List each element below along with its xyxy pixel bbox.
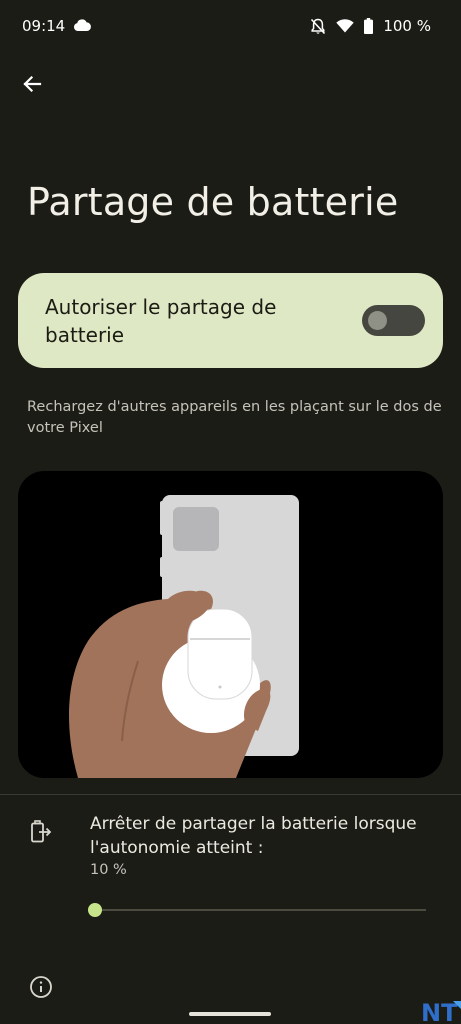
cloud-icon [73, 19, 91, 31]
battery-share-toggle-label: Autoriser le partage de batterie [45, 295, 277, 347]
svg-text:NT: NT [421, 999, 458, 1024]
battery-share-switch[interactable] [362, 305, 425, 336]
status-bar: 09:14 100 % [0, 0, 461, 52]
battery-share-illustration [18, 471, 443, 778]
feature-description: Rechargez d'autres appareils en les plaç… [27, 399, 442, 436]
home-indicator[interactable] [189, 1012, 271, 1016]
section-divider [0, 794, 461, 795]
battery-icon [364, 18, 374, 34]
page-title: Partage de batterie [27, 180, 399, 224]
slider-track [94, 909, 426, 911]
info-icon[interactable] [29, 975, 53, 999]
stop-sharing-value: 10 % [90, 862, 127, 878]
watermark-logo: NT [421, 999, 461, 1024]
battery-percentage: 100 % [383, 17, 431, 35]
status-icons: 100 % [310, 17, 431, 35]
slider-thumb[interactable] [88, 903, 102, 917]
status-time: 09:14 [22, 17, 66, 35]
illustration-graphic [68, 495, 299, 778]
battery-share-icon [31, 820, 52, 843]
notifications-off-icon [311, 18, 326, 34]
battery-share-toggle-card[interactable]: Autoriser le partage de batterie [18, 273, 443, 368]
stop-sharing-title: Arrêter de partager la batterie lorsque … [90, 814, 417, 858]
arrow-back-icon[interactable] [20, 72, 44, 96]
switch-thumb [368, 311, 387, 330]
wifi-icon [336, 19, 355, 33]
stop-sharing-slider[interactable] [86, 899, 428, 921]
